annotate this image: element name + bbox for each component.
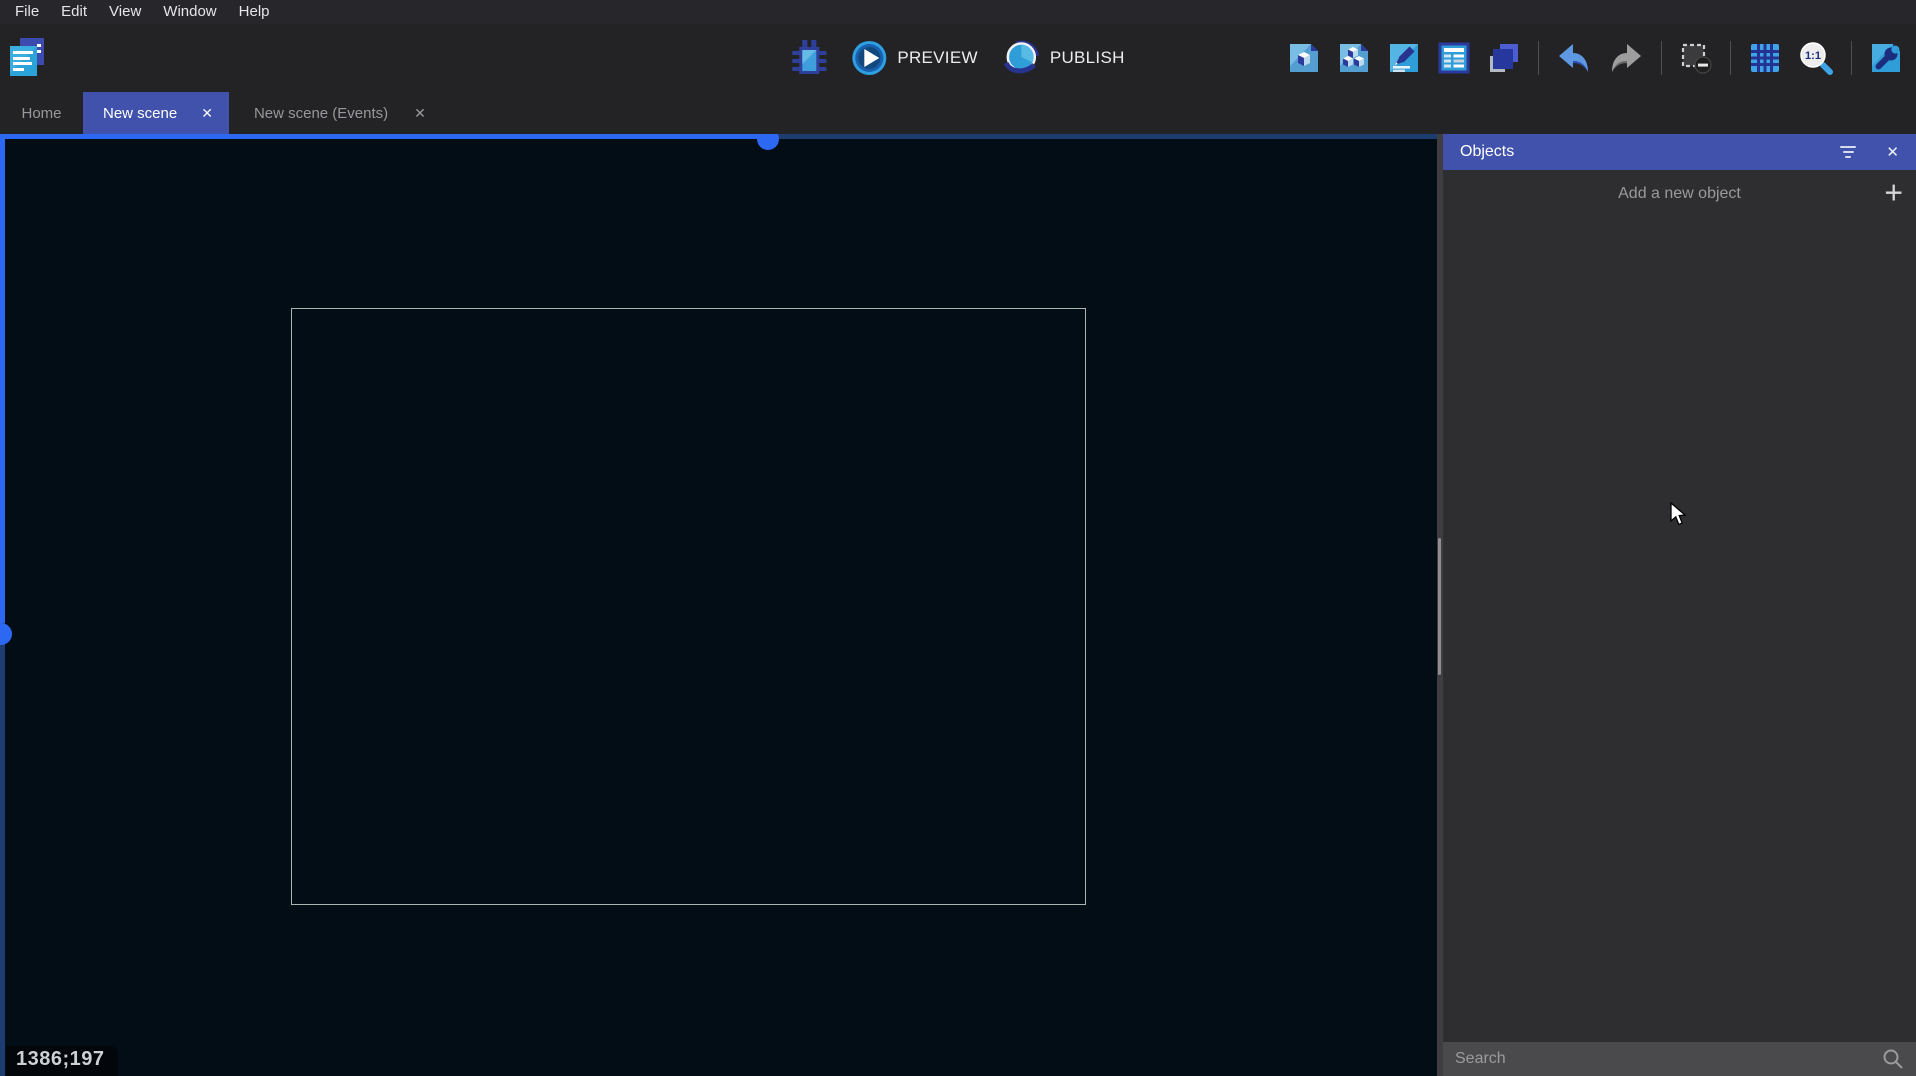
- vertical-scrollbar-thumb[interactable]: [0, 623, 12, 645]
- menu-view[interactable]: View: [102, 0, 148, 24]
- properties-button[interactable]: [1388, 42, 1420, 74]
- cursor-coordinates: 1386;197: [6, 1046, 118, 1076]
- tab-home-label: Home: [21, 105, 61, 122]
- object-groups-button[interactable]: [1338, 42, 1370, 74]
- horizontal-scrollbar[interactable]: [0, 134, 1437, 139]
- menu-help[interactable]: Help: [232, 0, 277, 24]
- menu-file[interactable]: File: [8, 0, 46, 24]
- horizontal-scrollbar-fill: [0, 134, 769, 139]
- toolbar-separator: [1730, 41, 1731, 75]
- preview-label: PREVIEW: [897, 48, 978, 68]
- close-icon[interactable]: ✕: [201, 106, 213, 120]
- vertical-scrollbar[interactable]: [0, 134, 5, 1076]
- tab-new-scene-events[interactable]: New scene (Events) ✕: [232, 92, 444, 134]
- deselect-button[interactable]: [1680, 42, 1712, 74]
- game-window-frame: [291, 308, 1086, 905]
- publish-button[interactable]: PUBLISH: [1002, 39, 1125, 77]
- add-new-object-row[interactable]: Add a new object +: [1443, 170, 1916, 218]
- panel-resize-handle[interactable]: [1438, 538, 1441, 675]
- preview-button[interactable]: PREVIEW: [851, 40, 978, 76]
- instances-list-button[interactable]: [1438, 42, 1470, 74]
- toolbar-separator: [1851, 41, 1852, 75]
- layers-button[interactable]: [1488, 42, 1520, 74]
- object-groups-icon: [1338, 42, 1370, 74]
- zoom-one-to-one-icon: 1:1: [1799, 41, 1833, 75]
- tab-new-scene-events-label: New scene (Events): [254, 105, 388, 122]
- objects-panel-title: Objects: [1460, 143, 1840, 161]
- close-icon[interactable]: ✕: [1886, 145, 1899, 160]
- tab-bar: Home New scene ✕ New scene (Events) ✕: [0, 92, 1916, 134]
- plus-icon[interactable]: +: [1884, 177, 1903, 209]
- toolbar-separator: [1661, 41, 1662, 75]
- add-new-object-label: Add a new object: [1443, 185, 1916, 203]
- search-input[interactable]: [1455, 1050, 1882, 1068]
- instances-list-icon: [1438, 42, 1470, 74]
- horizontal-scrollbar-thumb[interactable]: [757, 134, 779, 150]
- undo-button[interactable]: [1557, 42, 1591, 74]
- objects-panel-header: Objects ✕: [1443, 134, 1916, 170]
- objects-panel: Objects ✕ Add a new object +: [1443, 134, 1916, 1076]
- tab-new-scene[interactable]: New scene ✕: [83, 92, 229, 134]
- vertical-scrollbar-fill: [0, 134, 5, 623]
- objects-editor-button[interactable]: [1288, 42, 1320, 74]
- grid-button[interactable]: [1749, 42, 1781, 74]
- redo-button[interactable]: [1609, 42, 1643, 74]
- close-icon[interactable]: ✕: [414, 106, 426, 120]
- editor-content: 1386;197 Objects ✕ Add a new object +: [0, 134, 1916, 1076]
- menu-window[interactable]: Window: [156, 0, 223, 24]
- search-icon: [1882, 1048, 1904, 1070]
- grid-icon: [1749, 42, 1781, 74]
- debug-bug-icon: [791, 37, 827, 79]
- zoom-original-button[interactable]: 1:1: [1799, 41, 1833, 75]
- layers-icon: [1488, 42, 1520, 74]
- menu-edit[interactable]: Edit: [54, 0, 94, 24]
- editor-settings-button[interactable]: [1870, 42, 1902, 74]
- publish-label: PUBLISH: [1050, 48, 1125, 68]
- scene-canvas[interactable]: 1386;197: [0, 134, 1437, 1076]
- tab-home[interactable]: Home: [0, 92, 83, 134]
- toolbar-separator: [1538, 41, 1539, 75]
- deselect-icon: [1680, 42, 1712, 74]
- publish-globe-icon: [1002, 39, 1040, 77]
- menu-bar: File Edit View Window Help: [0, 0, 1916, 24]
- objects-search-bar: [1443, 1042, 1916, 1076]
- undo-arrow-icon: [1557, 42, 1591, 74]
- project-manager-icon: [8, 37, 48, 79]
- tab-new-scene-label: New scene: [103, 105, 177, 122]
- edit-pencil-icon: [1388, 42, 1420, 74]
- filter-icon[interactable]: [1840, 146, 1856, 158]
- objects-icon: [1288, 42, 1320, 74]
- project-manager-button[interactable]: [8, 37, 48, 79]
- objects-list-empty-area: [1443, 218, 1916, 1042]
- toolbar: PREVIEW PUBLISH: [0, 24, 1916, 92]
- debug-button[interactable]: [791, 37, 827, 79]
- play-icon: [851, 40, 887, 76]
- wrench-icon: [1870, 42, 1902, 74]
- redo-arrow-icon: [1609, 42, 1643, 74]
- svg-text:1:1: 1:1: [1805, 50, 1821, 62]
